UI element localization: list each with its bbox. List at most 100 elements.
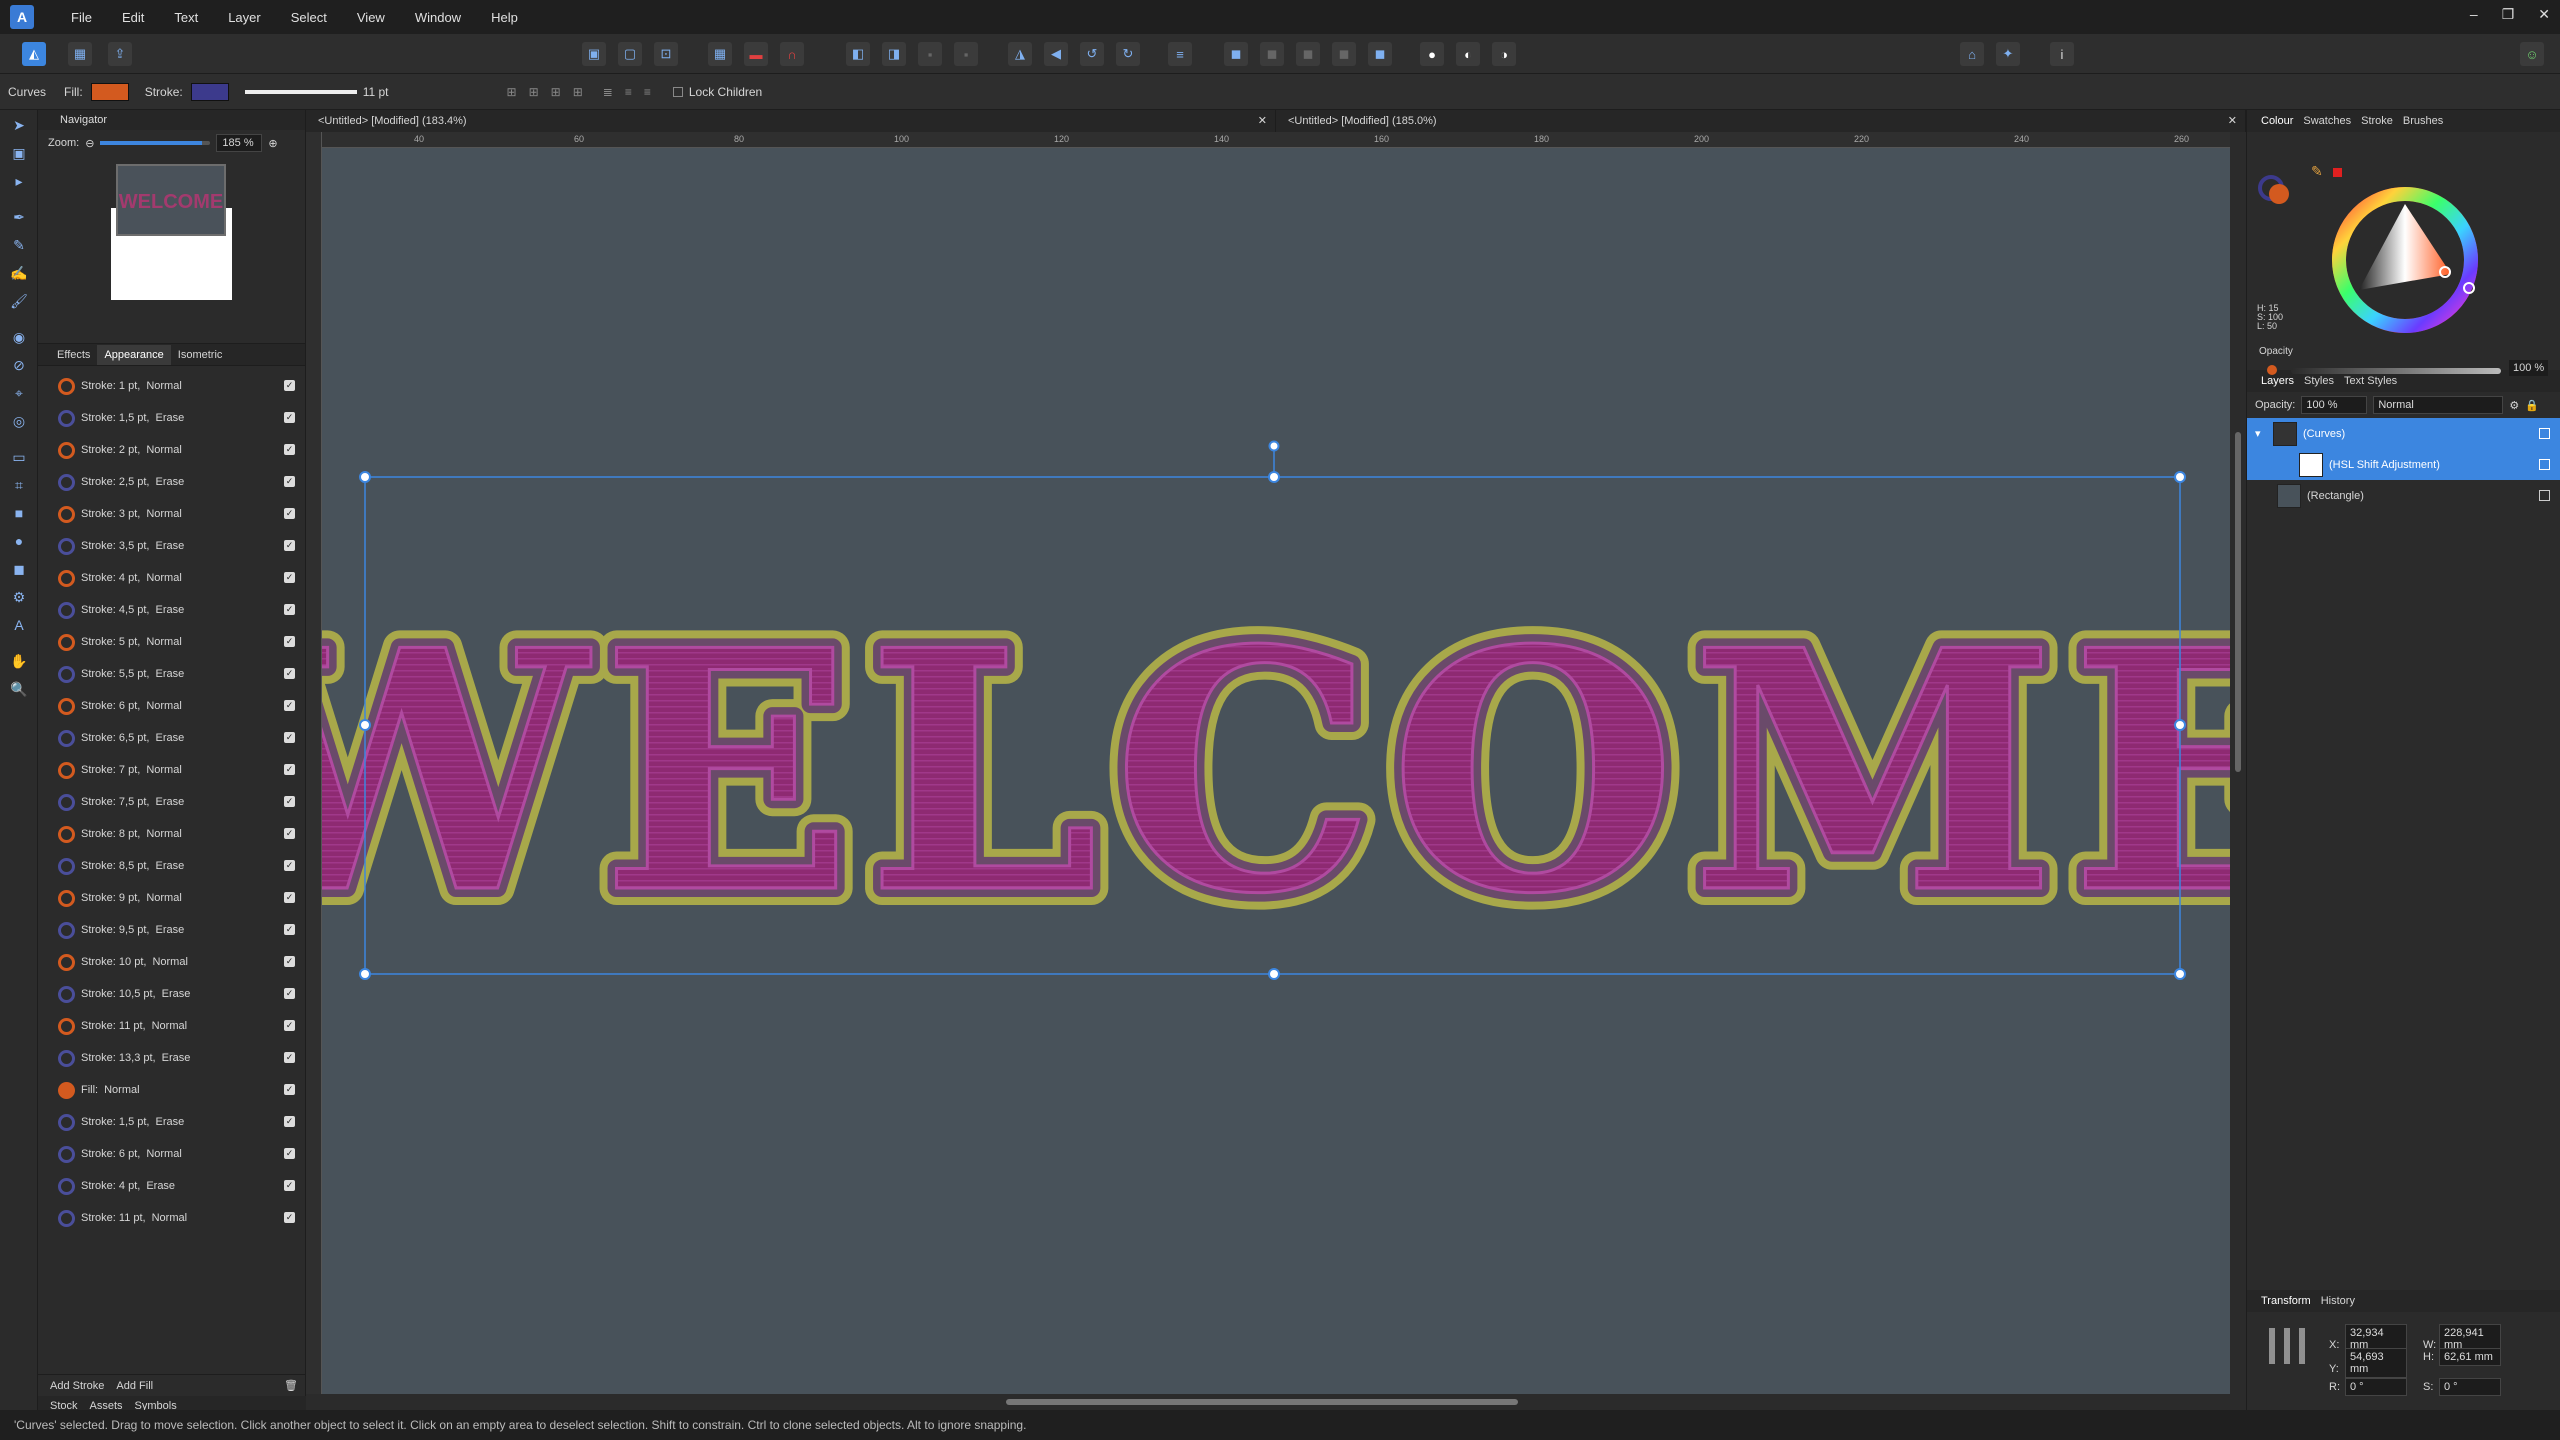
y-value[interactable]: 54,693 mm bbox=[2345, 1348, 2407, 1378]
color-picker-icon[interactable]: ⌖ bbox=[5, 380, 33, 406]
stroke-swatch-icon[interactable] bbox=[58, 569, 75, 587]
tab-effects[interactable]: Effects bbox=[50, 345, 97, 365]
welcome-artwork[interactable]: WELCOME bbox=[210, 577, 2323, 968]
tab-stroke[interactable]: Stroke bbox=[2361, 115, 2393, 127]
visibility-checkbox[interactable] bbox=[2539, 459, 2550, 470]
shear-value[interactable]: 0 ° bbox=[2439, 1378, 2501, 1396]
visibility-checkbox[interactable]: ✓ bbox=[284, 476, 295, 487]
appearance-row[interactable]: Stroke: 3 pt, Normal ✓ bbox=[38, 498, 305, 530]
blend-mode-select[interactable]: Normal bbox=[2373, 396, 2504, 414]
menu-help[interactable]: Help bbox=[476, 10, 533, 25]
stroke-swatch-icon[interactable] bbox=[58, 633, 75, 651]
tab-styles[interactable]: Styles bbox=[2304, 375, 2334, 387]
scroll-thumb[interactable] bbox=[2235, 432, 2241, 772]
stroke-swatch-icon[interactable] bbox=[58, 1049, 75, 1067]
fill-colour-well[interactable] bbox=[2269, 184, 2289, 204]
tab-transform[interactable]: Transform bbox=[2261, 1295, 2311, 1307]
appearance-row[interactable]: Stroke: 7 pt, Normal ✓ bbox=[38, 754, 305, 786]
stroke-swatch-icon[interactable] bbox=[58, 1145, 75, 1163]
fill-swatch-icon[interactable] bbox=[58, 1081, 75, 1099]
selection-handle[interactable] bbox=[2174, 968, 2186, 980]
visibility-checkbox[interactable]: ✓ bbox=[284, 508, 295, 519]
appearance-row[interactable]: Stroke: 10,5 pt, Erase ✓ bbox=[38, 978, 305, 1010]
account-icon[interactable]: ☺ bbox=[2520, 42, 2544, 66]
assistant-icon[interactable]: ⌂ bbox=[1960, 42, 1984, 66]
boolean-subtract-icon[interactable]: ◼ bbox=[1260, 42, 1284, 66]
stroke-swatch-icon[interactable] bbox=[58, 1177, 75, 1195]
appearance-row[interactable]: Stroke: 8,5 pt, Erase ✓ bbox=[38, 850, 305, 882]
pen-tool-icon[interactable]: ✒ bbox=[5, 204, 33, 230]
assistant-options-icon[interactable]: ✦ bbox=[1996, 42, 2020, 66]
appearance-row[interactable]: Stroke: 9 pt, Normal ✓ bbox=[38, 882, 305, 914]
stroke-swatch-icon[interactable] bbox=[58, 441, 75, 459]
snapping-icon[interactable]: ▬ bbox=[744, 42, 768, 66]
align-icon[interactable]: ≡ bbox=[1168, 42, 1192, 66]
selection-handle[interactable] bbox=[1268, 968, 1280, 980]
stroke-swatch-icon[interactable] bbox=[58, 505, 75, 523]
zoom-out-icon[interactable]: ⊖ bbox=[85, 137, 94, 150]
appearance-row[interactable]: Stroke: 8 pt, Normal ✓ bbox=[38, 818, 305, 850]
layer-row-curves[interactable]: ▾ (Curves) bbox=[2247, 418, 2560, 449]
fill-tool-icon[interactable]: ◉ bbox=[5, 324, 33, 350]
navigator-preview[interactable]: WELCOME bbox=[38, 156, 305, 344]
point-transform-icon[interactable]: ▸ bbox=[5, 168, 33, 194]
rotate-left-icon[interactable]: ↺ bbox=[1080, 42, 1104, 66]
select-artboard-icon[interactable]: ▣ bbox=[582, 42, 606, 66]
no-colour-swatch[interactable] bbox=[2333, 168, 2342, 177]
artwork-svg[interactable]: WELCOME WELCOME WELCOME bbox=[194, 148, 2339, 1394]
appearance-row[interactable]: Stroke: 7,5 pt, Erase ✓ bbox=[38, 786, 305, 818]
marquee-icon[interactable]: ▢ bbox=[618, 42, 642, 66]
stroke-swatch-icon[interactable] bbox=[58, 857, 75, 875]
zoom-value[interactable]: 185 % bbox=[216, 134, 263, 152]
close-icon[interactable]: ✕ bbox=[2538, 6, 2550, 23]
visibility-checkbox[interactable]: ✓ bbox=[284, 1084, 295, 1095]
stroke-swatch-icon[interactable] bbox=[58, 921, 75, 939]
export-persona-icon[interactable]: ⇪ bbox=[108, 42, 132, 66]
stroke-swatch[interactable] bbox=[190, 82, 229, 101]
visibility-checkbox[interactable]: ✓ bbox=[284, 860, 295, 871]
stroke-width-slider[interactable] bbox=[244, 89, 357, 94]
h-value[interactable]: 62,61 mm bbox=[2439, 1348, 2501, 1366]
layer-row-hsl-shift[interactable]: (HSL Shift Adjustment) bbox=[2247, 449, 2560, 480]
boolean-divide-icon[interactable]: ◼ bbox=[1368, 42, 1392, 66]
stroke-swatch-icon[interactable] bbox=[58, 601, 75, 619]
visibility-checkbox[interactable]: ✓ bbox=[284, 988, 295, 999]
selection-handle[interactable] bbox=[359, 471, 371, 483]
stroke-swatch-icon[interactable] bbox=[58, 537, 75, 555]
stroke-swatch-icon[interactable] bbox=[58, 729, 75, 747]
tab-history[interactable]: History bbox=[2321, 1295, 2355, 1307]
appearance-row[interactable]: Stroke: 5,5 pt, Erase ✓ bbox=[38, 658, 305, 690]
zoom-slider[interactable] bbox=[100, 141, 211, 145]
selection-handle[interactable] bbox=[359, 968, 371, 980]
expand-icon[interactable]: ▾ bbox=[2255, 427, 2269, 440]
menu-text[interactable]: Text bbox=[159, 10, 213, 25]
appearance-row[interactable]: Stroke: 11 pt, Normal ✓ bbox=[38, 1010, 305, 1042]
tab-isometric[interactable]: Isometric bbox=[171, 345, 230, 365]
zoom-tool-icon[interactable]: 🔍 bbox=[5, 676, 33, 702]
arrange-forward-icon[interactable]: ▪ bbox=[918, 42, 942, 66]
stroke-swatch-icon[interactable] bbox=[58, 761, 75, 779]
restore-icon[interactable]: ❐ bbox=[2502, 6, 2515, 23]
insert-top-icon[interactable]: ◑ bbox=[1492, 42, 1516, 66]
selection-handle[interactable] bbox=[359, 719, 371, 731]
vertical-scrollbar[interactable] bbox=[2230, 132, 2246, 1410]
arrange-back-icon[interactable]: ◧ bbox=[846, 42, 870, 66]
gear-shape-icon[interactable]: ⚙ bbox=[5, 584, 33, 610]
appearance-row[interactable]: Stroke: 1,5 pt, Erase ✓ bbox=[38, 402, 305, 434]
text-tool-icon[interactable]: A bbox=[5, 612, 33, 638]
anchor-grid[interactable] bbox=[2269, 1328, 2305, 1364]
trash-icon[interactable]: 🗑 bbox=[284, 1379, 298, 1392]
appearance-row[interactable]: Stroke: 6 pt, Normal ✓ bbox=[38, 1138, 305, 1170]
document-tab-1[interactable]: <Untitled> [Modified] (183.4%) ✕ bbox=[306, 110, 1276, 132]
shape-tool-icon[interactable]: ◼ bbox=[5, 556, 33, 582]
stroke-swatch-icon[interactable] bbox=[58, 665, 75, 683]
visibility-checkbox[interactable]: ✓ bbox=[284, 412, 295, 423]
rotate-right-icon[interactable]: ↻ bbox=[1116, 42, 1140, 66]
tab-swatches[interactable]: Swatches bbox=[2303, 115, 2351, 127]
boolean-add-icon[interactable]: ◼ bbox=[1224, 42, 1248, 66]
appearance-row[interactable]: Fill: Normal ✓ bbox=[38, 1074, 305, 1106]
zoom-in-icon[interactable]: ⊕ bbox=[268, 137, 277, 150]
saturation-triangle[interactable] bbox=[2359, 204, 2451, 290]
stroke-width-value[interactable]: 11 pt bbox=[363, 85, 389, 99]
appearance-row[interactable]: Stroke: 1,5 pt, Erase ✓ bbox=[38, 1106, 305, 1138]
